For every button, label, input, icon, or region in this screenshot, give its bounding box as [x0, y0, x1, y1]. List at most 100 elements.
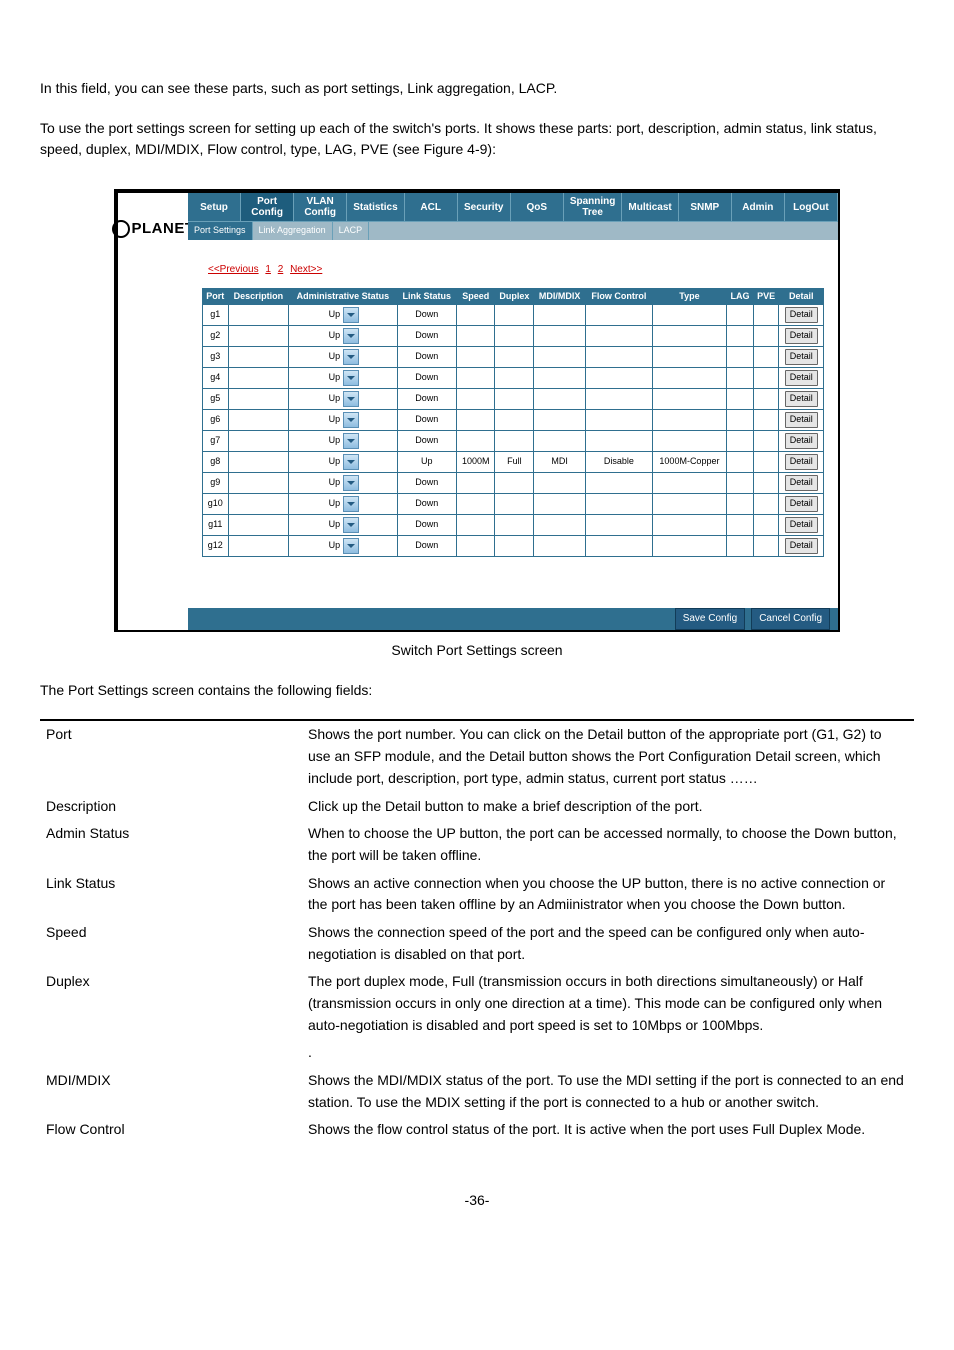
- save-config-button[interactable]: Save Config: [675, 608, 745, 630]
- cell-pve: [753, 431, 779, 452]
- nav-item-multicast[interactable]: Multicast: [622, 193, 678, 221]
- chevron-down-icon[interactable]: [343, 475, 359, 491]
- detail-button[interactable]: Detail: [785, 517, 818, 533]
- detail-button[interactable]: Detail: [785, 454, 818, 470]
- cell-flow: [586, 536, 653, 557]
- chevron-down-icon[interactable]: [343, 454, 359, 470]
- cell-port: g1: [203, 305, 229, 326]
- cell-lag: [727, 389, 754, 410]
- chevron-down-icon[interactable]: [343, 391, 359, 407]
- nav-item-vlan-config[interactable]: VLAN Config: [294, 193, 347, 221]
- detail-button[interactable]: Detail: [785, 328, 818, 344]
- figure-caption: Switch Port Settings screen: [40, 640, 914, 662]
- subnav-item-port-settings[interactable]: Port Settings: [188, 222, 253, 240]
- cell-port: g4: [203, 368, 229, 389]
- detail-button[interactable]: Detail: [785, 391, 818, 407]
- cell-type: [652, 305, 727, 326]
- cell-type: [652, 410, 727, 431]
- cell-link-status: Down: [397, 536, 456, 557]
- admin-status-value: Up: [327, 539, 343, 553]
- nav-item-logout[interactable]: LogOut: [785, 193, 838, 221]
- cell-admin-status: Up: [289, 305, 397, 326]
- nav-item-setup[interactable]: Setup: [188, 193, 241, 221]
- chevron-down-icon[interactable]: [343, 538, 359, 554]
- cell-duplex: [495, 515, 534, 536]
- cell-link-status: Down: [397, 305, 456, 326]
- cell-pve: [753, 389, 779, 410]
- cell-description: [228, 494, 289, 515]
- pager-page-1[interactable]: 1: [265, 264, 271, 275]
- table-row: g7UpDownDetail: [203, 431, 824, 452]
- detail-button[interactable]: Detail: [785, 433, 818, 449]
- chevron-down-icon[interactable]: [343, 433, 359, 449]
- nav-item-spanning-tree[interactable]: Spanning Tree: [564, 193, 623, 221]
- pager-page-2[interactable]: 2: [278, 264, 284, 275]
- cell-pve: [753, 473, 779, 494]
- col-header: LAG: [727, 288, 754, 305]
- cell-link-status: Down: [397, 368, 456, 389]
- pager-prev[interactable]: <<Previous: [208, 264, 259, 275]
- chevron-down-icon[interactable]: [343, 328, 359, 344]
- cell-flow: [586, 494, 653, 515]
- nav-item-statistics[interactable]: Statistics: [347, 193, 404, 221]
- cell-detail: Detail: [779, 536, 824, 557]
- cell-pve: [753, 494, 779, 515]
- chevron-down-icon[interactable]: [343, 370, 359, 386]
- nav-item-acl[interactable]: ACL: [405, 193, 458, 221]
- detail-button[interactable]: Detail: [785, 307, 818, 323]
- cell-detail: Detail: [779, 494, 824, 515]
- nav-item-qos[interactable]: QoS: [511, 193, 564, 221]
- nav-item-admin[interactable]: Admin: [732, 193, 785, 221]
- table-row: g4UpDownDetail: [203, 368, 824, 389]
- detail-button[interactable]: Detail: [785, 475, 818, 491]
- cell-speed: [457, 326, 495, 347]
- detail-button[interactable]: Detail: [785, 349, 818, 365]
- col-header: Administrative Status: [289, 288, 397, 305]
- cell-mdi: [534, 347, 586, 368]
- cell-admin-status: Up: [289, 452, 397, 473]
- col-header: PVE: [753, 288, 779, 305]
- cell-admin-status: Up: [289, 536, 397, 557]
- detail-button[interactable]: Detail: [785, 538, 818, 554]
- cell-description: [228, 305, 289, 326]
- cell-speed: [457, 494, 495, 515]
- cell-mdi: [534, 410, 586, 431]
- pager-next[interactable]: Next>>: [290, 264, 322, 275]
- cell-speed: [457, 410, 495, 431]
- cell-pve: [753, 347, 779, 368]
- brand-logo: PLANET: [112, 217, 195, 240]
- cell-lag: [727, 536, 754, 557]
- cell-pve: [753, 368, 779, 389]
- chevron-down-icon[interactable]: [343, 412, 359, 428]
- chevron-down-icon[interactable]: [343, 307, 359, 323]
- nav-item-security[interactable]: Security: [458, 193, 511, 221]
- field-row: SpeedShows the connection speed of the p…: [40, 919, 914, 968]
- cell-pve: [753, 452, 779, 473]
- nav-item-snmp[interactable]: SNMP: [679, 193, 732, 221]
- subnav-item-lacp[interactable]: LACP: [333, 222, 370, 240]
- cancel-config-button[interactable]: Cancel Config: [751, 608, 830, 630]
- cell-duplex: [495, 368, 534, 389]
- cell-lag: [727, 431, 754, 452]
- cell-type: [652, 431, 727, 452]
- subnav-item-link-aggregation[interactable]: Link Aggregation: [253, 222, 333, 240]
- cell-type: [652, 473, 727, 494]
- detail-button[interactable]: Detail: [785, 412, 818, 428]
- cell-lag: [727, 347, 754, 368]
- detail-button[interactable]: Detail: [785, 496, 818, 512]
- cell-pve: [753, 536, 779, 557]
- cell-mdi: [534, 389, 586, 410]
- field-label: Admin Status: [40, 820, 302, 869]
- chevron-down-icon[interactable]: [343, 349, 359, 365]
- top-nav: SetupPort ConfigVLAN ConfigStatisticsACL…: [188, 193, 838, 221]
- admin-status-value: Up: [327, 413, 343, 427]
- cell-detail: Detail: [779, 452, 824, 473]
- cell-speed: [457, 368, 495, 389]
- chevron-down-icon[interactable]: [343, 496, 359, 512]
- cell-flow: [586, 410, 653, 431]
- field-row: Flow ControlShows the flow control statu…: [40, 1116, 914, 1144]
- field-desc: .: [302, 1039, 914, 1067]
- chevron-down-icon[interactable]: [343, 517, 359, 533]
- nav-item-port-config[interactable]: Port Config: [241, 193, 294, 221]
- detail-button[interactable]: Detail: [785, 370, 818, 386]
